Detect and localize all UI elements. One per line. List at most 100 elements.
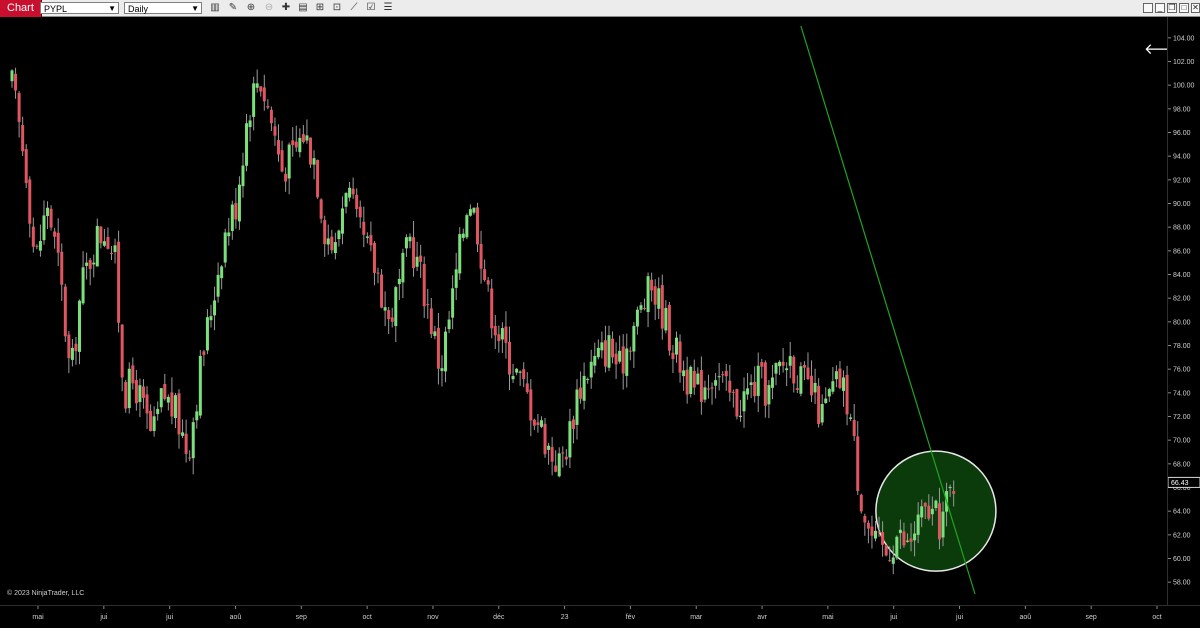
minimize-button[interactable]: _ (1155, 3, 1165, 13)
candle (127, 362, 131, 414)
back-arrow-icon[interactable]: 🡐 (1144, 42, 1184, 58)
candle-body (159, 388, 163, 408)
interval-value: Daily (128, 4, 149, 14)
candle-body (319, 199, 323, 219)
candle-body (657, 288, 661, 309)
candle (38, 224, 42, 257)
candle-body (685, 369, 689, 395)
restore-button[interactable]: ❐ (1167, 3, 1177, 13)
candle-body (660, 285, 664, 329)
candle (834, 365, 838, 388)
window-extra-button[interactable] (1143, 3, 1153, 13)
candle (177, 389, 181, 449)
candle-body (710, 387, 714, 389)
candle (476, 202, 480, 253)
candle (817, 378, 821, 428)
candle-body (717, 376, 721, 378)
time-axis[interactable]: mai jui jui aoû sep oct nov déc 23 fév mar avr mai ju… (0, 605, 1200, 622)
candle-body (703, 387, 707, 400)
price-axis-labels: 104.00 102.00 100.00 98.00 96.00 94.00 92.00 90… (1167, 35, 1200, 587)
strategies-icon[interactable]: ⊡ (331, 2, 343, 14)
candle (372, 240, 376, 286)
bar-type-icon[interactable]: ▥ (209, 2, 221, 14)
candle (380, 269, 384, 309)
candle-body (383, 307, 387, 311)
candle-body (287, 144, 291, 179)
candle (21, 116, 25, 156)
candle (444, 326, 448, 383)
templates-icon[interactable]: ☑ (365, 2, 377, 14)
candle-body (85, 262, 89, 266)
drawing-pencil-icon[interactable]: ✎ (227, 2, 239, 14)
candle-body (131, 365, 135, 384)
trend-chart-icon[interactable]: ⟋ (348, 2, 360, 14)
candle-body (539, 420, 543, 427)
candle-body (234, 203, 238, 220)
candle (259, 86, 263, 97)
candle-body (611, 338, 615, 358)
crosshair-icon[interactable]: ✚ (280, 2, 292, 14)
candle-body (873, 530, 877, 539)
price-tick-label: 94.00 (1173, 154, 1191, 161)
candle (330, 229, 334, 254)
interval-select[interactable]: Daily ▼ (124, 2, 202, 14)
instrument-select[interactable]: PYPL ▼ (40, 2, 119, 14)
candle-body (593, 355, 597, 366)
properties-icon[interactable]: ▤ (297, 2, 309, 14)
candle (298, 128, 302, 158)
candle-body (177, 393, 181, 435)
candle-body (643, 307, 647, 309)
candle (152, 406, 156, 437)
candle (287, 142, 291, 195)
candle (806, 352, 810, 380)
zoom-in-icon[interactable]: ⊕ (245, 2, 257, 14)
candle-body (927, 505, 931, 519)
candle-body (554, 465, 558, 472)
chart-tab[interactable]: Chart (0, 0, 42, 17)
candle (827, 387, 831, 402)
candle-body (426, 304, 430, 306)
candle (714, 373, 718, 399)
candle (515, 368, 519, 376)
candle (184, 419, 188, 463)
candle-body (372, 242, 376, 273)
candle-body (390, 317, 394, 322)
candle (820, 394, 824, 426)
candle-body (500, 328, 504, 340)
candle-body (67, 334, 71, 359)
candle-body (88, 259, 92, 269)
candle-body (266, 106, 270, 108)
candle (607, 325, 611, 372)
candle-body (362, 221, 366, 235)
candle-body (56, 232, 60, 253)
candle-body (127, 368, 131, 409)
candle-body (518, 371, 522, 373)
candle-body (337, 230, 341, 240)
candle (78, 299, 82, 365)
time-tick-label: aoû (1020, 614, 1032, 621)
candle (429, 298, 433, 339)
candle-body (166, 396, 170, 403)
candle-body (586, 378, 590, 380)
candle-body (682, 370, 686, 377)
zoom-out-icon[interactable]: ⊖ (263, 2, 275, 14)
candle-body (667, 304, 671, 351)
close-button[interactable]: ✕ (1191, 3, 1200, 13)
candle-body (99, 226, 103, 244)
candle-body (550, 447, 554, 462)
price-chart-plot[interactable]: 🡐 (0, 17, 1184, 605)
candle-body (120, 324, 124, 378)
candle (461, 228, 465, 242)
candle (88, 258, 92, 286)
list-menu-icon[interactable]: ☰ (382, 2, 394, 14)
candle (625, 333, 629, 388)
maximize-button[interactable]: □ (1179, 3, 1189, 13)
price-axis[interactable]: 104.00 102.00 100.00 98.00 96.00 94.00 92.00 90… (1167, 17, 1200, 605)
candle-body (241, 165, 245, 187)
candle-body (721, 374, 725, 376)
indicators-icon[interactable]: ⊞ (314, 2, 326, 14)
candle (778, 360, 782, 376)
candle (596, 339, 600, 360)
candle (824, 387, 828, 404)
candle-body (49, 208, 53, 228)
